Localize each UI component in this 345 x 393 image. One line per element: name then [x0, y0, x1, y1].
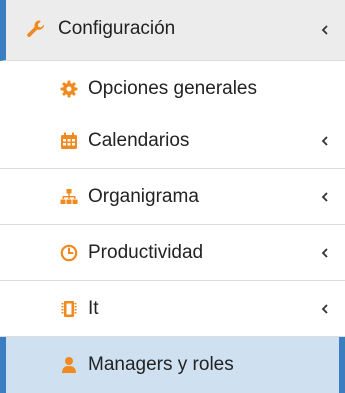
clock-icon [60, 244, 78, 262]
menu-item-managers-y-roles[interactable]: Managers y roles [0, 337, 345, 393]
menu-item-label: Calendarios [88, 130, 190, 151]
menu-item-productividad[interactable]: Productividad [0, 225, 345, 281]
menu-item-organigrama[interactable]: Organigrama [0, 169, 345, 225]
calendar-icon [60, 132, 78, 150]
menu-item-calendarios[interactable]: Calendarios [0, 113, 345, 169]
chevron-left-icon [319, 24, 331, 36]
menu-item-label: Managers y roles [88, 354, 234, 375]
menu-item-label: Opciones generales [88, 78, 257, 99]
menu-item-label: Productividad [88, 242, 204, 263]
wrench-icon [26, 19, 46, 39]
menu-header-label: Configuración [58, 18, 176, 39]
sidebar-menu: Configuración Opciones generales Calenda… [0, 0, 345, 393]
user-icon [60, 356, 78, 374]
sitemap-icon [60, 188, 78, 206]
menu-item-label: It [88, 298, 99, 319]
menu-item-label: Organigrama [88, 186, 199, 207]
menu-header-configuracion[interactable]: Configuración [0, 0, 345, 61]
chevron-left-icon [319, 191, 331, 203]
chevron-left-icon [319, 303, 331, 315]
chevron-left-icon [319, 135, 331, 147]
chip-icon [60, 300, 78, 318]
chevron-left-icon [319, 247, 331, 259]
menu-item-it[interactable]: It [0, 281, 345, 337]
menu-item-opciones-generales[interactable]: Opciones generales [0, 61, 345, 117]
gear-icon [60, 80, 78, 98]
